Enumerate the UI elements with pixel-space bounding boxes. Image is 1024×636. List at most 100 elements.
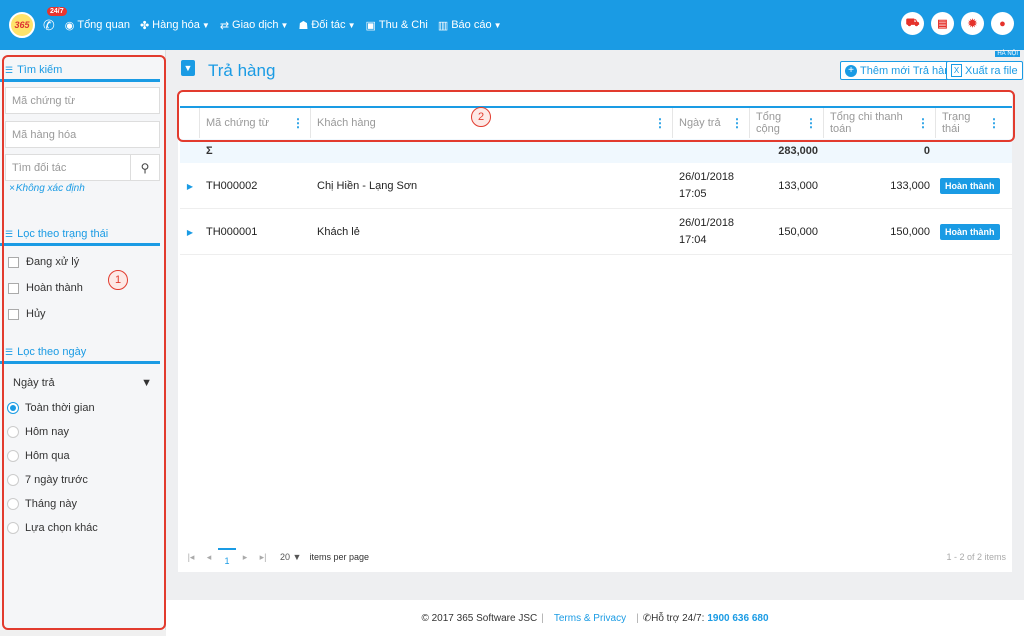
- date-text: 26/01/2018: [679, 171, 735, 183]
- cart-icon[interactable]: ⛟: [901, 12, 924, 35]
- column-header-customer[interactable]: Khách hàng ⋮: [311, 108, 673, 138]
- add-return-button[interactable]: + Thêm mới Trả hàng: [840, 61, 962, 80]
- page-title: Trả hàng: [208, 61, 276, 80]
- status-option-cancelled[interactable]: Hủy: [0, 301, 166, 327]
- section-title-text: Tìm kiếm: [17, 64, 63, 76]
- checkbox[interactable]: [8, 282, 19, 294]
- nav-cashflow[interactable]: ▣ Thu & Chi: [365, 19, 427, 32]
- column-menu-icon[interactable]: ⋮: [731, 116, 743, 130]
- radio-button[interactable]: [7, 498, 19, 510]
- nav-transactions[interactable]: ⇄ Giao dịch ▼: [220, 19, 289, 32]
- filter-icon[interactable]: ▼: [181, 60, 195, 76]
- radio-button[interactable]: [7, 426, 19, 438]
- cell-date: 26/01/2018 17:05: [673, 169, 750, 203]
- document-code-input[interactable]: Mã chứng từ: [5, 87, 160, 114]
- date-option-custom[interactable]: Lựa chọn khác: [0, 516, 166, 540]
- checkbox[interactable]: [8, 308, 19, 320]
- user-icon[interactable]: ●: [991, 12, 1014, 35]
- table-row[interactable]: ▶ TH000002 Chị Hiền - Lạng Sơn 26/01/201…: [180, 164, 1012, 209]
- date-option-yesterday[interactable]: Hôm qua: [0, 444, 166, 468]
- radio-button[interactable]: [7, 522, 19, 534]
- table-row[interactable]: ▶ TH000001 Khách lẻ 26/01/2018 17:04 150,…: [180, 210, 1012, 255]
- sum-symbol: Σ: [206, 145, 213, 157]
- close-icon: ×: [9, 183, 15, 194]
- caret-down-icon: ▼: [280, 20, 289, 30]
- status-option-completed[interactable]: Hoàn thành: [0, 275, 166, 301]
- radio-button[interactable]: [7, 450, 19, 462]
- expand-row-icon[interactable]: ▶: [180, 228, 200, 237]
- nav-label: Giao dịch: [232, 19, 279, 31]
- gear-icon[interactable]: ✹: [961, 12, 984, 35]
- app-logo[interactable]: 365: [9, 12, 35, 38]
- cell-paid: 133,000: [890, 180, 930, 192]
- phone-icon: ✆: [642, 612, 652, 624]
- section-title-text: Lọc theo trạng thái: [17, 228, 109, 240]
- radio-button[interactable]: [7, 474, 19, 486]
- nav-label: Thu & Chi: [378, 19, 428, 31]
- annotation-marker: 2: [471, 107, 491, 127]
- next-page-icon[interactable]: ▸: [236, 552, 254, 563]
- excel-icon: X: [951, 64, 962, 77]
- expand-row-icon[interactable]: ▶: [180, 182, 200, 191]
- column-header-paid[interactable]: Tổng chi thanh toán ⋮: [824, 108, 936, 138]
- column-menu-icon[interactable]: ⋮: [988, 116, 1000, 130]
- column-menu-icon[interactable]: ⋮: [292, 116, 304, 130]
- column-menu-icon[interactable]: ⋮: [654, 116, 666, 130]
- returns-grid: Mã chứng từ ⋮ Khách hàng ⋮ Ngày trả ⋮ Tổng …: [178, 92, 1012, 572]
- checkbox[interactable]: [8, 256, 19, 268]
- main-nav: ◉ Tổng quan ✤ Hàng hóa ▼ ⇄ Giao dịch ▼ ☗ Đối t…: [65, 19, 512, 32]
- nav-partners[interactable]: ☗ Đối tác ▼: [298, 19, 355, 32]
- search-button[interactable]: ⚲: [131, 154, 160, 181]
- column-label: Ngày trả: [679, 117, 721, 129]
- column-header-total[interactable]: Tổng cộng ⋮: [750, 108, 824, 138]
- search-icon: ⚲: [140, 160, 150, 175]
- column-header-status[interactable]: Trạng thái ⋮: [936, 108, 1006, 138]
- prev-page-icon[interactable]: ◂: [200, 552, 218, 563]
- nav-reports[interactable]: ▥ Báo cáo ▼: [438, 19, 502, 32]
- product-code-input[interactable]: Mã hàng hóa: [5, 121, 160, 148]
- date-option-today[interactable]: Hôm nay: [0, 420, 166, 444]
- exchange-icon: ⇄: [219, 19, 230, 32]
- select-value: Ngày trả: [13, 377, 55, 389]
- date-option-all-time[interactable]: Toàn thời gian: [0, 396, 166, 420]
- terms-link[interactable]: Terms & Privacy: [554, 613, 626, 624]
- date-option-this-month[interactable]: Tháng này: [0, 492, 166, 516]
- expand-column-header: [180, 108, 200, 138]
- grid-header: Mã chứng từ ⋮ Khách hàng ⋮ Ngày trả ⋮ Tổng …: [180, 106, 1012, 138]
- status-option-processing[interactable]: Đang xử lý: [0, 249, 166, 275]
- support-phone[interactable]: 1900 636 680: [707, 613, 768, 624]
- column-label: Khách hàng: [317, 117, 376, 129]
- first-page-icon[interactable]: |◂: [182, 552, 200, 563]
- partner-search: Tìm đối tác ⚲: [5, 154, 160, 181]
- nav-label: Báo cáo: [451, 19, 492, 31]
- option-label: Lựa chọn khác: [25, 522, 98, 534]
- export-button[interactable]: X Xuất ra file: [946, 61, 1023, 80]
- nav-products[interactable]: ✤ Hàng hóa ▼: [140, 19, 210, 32]
- nav-overview[interactable]: ◉ Tổng quan: [65, 19, 130, 32]
- page-number[interactable]: 1: [218, 548, 236, 566]
- column-header-code[interactable]: Mã chứng từ ⋮: [200, 108, 311, 138]
- list-icon: ☰: [5, 64, 14, 75]
- partner-search-input[interactable]: Tìm đối tác: [5, 154, 131, 181]
- column-menu-icon[interactable]: ⋮: [805, 116, 817, 130]
- support-phone-icon[interactable]: ✆ 24/7: [43, 6, 67, 34]
- page-size-value: 20: [280, 552, 291, 562]
- nav-label: Hàng hóa: [152, 19, 200, 31]
- nav-label: Đối tác: [311, 19, 346, 31]
- cell-customer: Khách lẻ: [317, 226, 360, 238]
- unknown-partner-link[interactable]: ×Không xác định: [9, 183, 85, 194]
- clipboard-icon[interactable]: ▤: [931, 12, 954, 35]
- separator: |: [636, 612, 639, 624]
- option-label: Hủy: [26, 308, 46, 320]
- column-menu-icon[interactable]: ⋮: [917, 116, 929, 130]
- column-label: Trạng thái: [942, 111, 971, 135]
- money-icon: ▣: [365, 19, 376, 32]
- top-navbar: 365 ✆ 24/7 ◉ Tổng quan ✤ Hàng hóa ▼ ⇄ Giao dị…: [0, 0, 1024, 50]
- column-header-date[interactable]: Ngày trả ⋮: [673, 108, 750, 138]
- date-type-select[interactable]: Ngày trả ▼: [5, 372, 160, 394]
- last-page-icon[interactable]: ▸|: [254, 552, 272, 563]
- radio-button[interactable]: [7, 402, 19, 414]
- page-size-select[interactable]: 20 ▼: [280, 552, 301, 562]
- date-option-7-days[interactable]: 7 ngày trước: [0, 468, 166, 492]
- sum-total: 283,000: [778, 145, 818, 157]
